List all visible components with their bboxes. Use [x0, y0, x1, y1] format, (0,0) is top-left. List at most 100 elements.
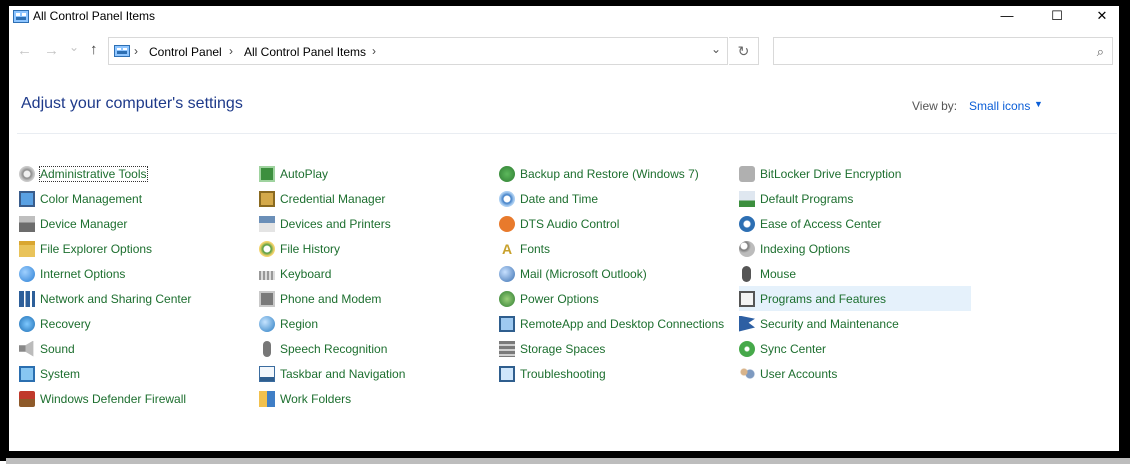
breadcrumb-chevron-icon[interactable]: › [372, 44, 376, 58]
programs-icon [739, 290, 755, 307]
control-panel-item-label: User Accounts [760, 366, 838, 381]
search-box[interactable]: ⌕ [773, 37, 1113, 65]
control-panel-item[interactable]: File History [259, 236, 499, 261]
control-panel-item-label: Indexing Options [760, 241, 851, 256]
control-panel-item-label: Mouse [760, 266, 797, 281]
speaker-icon [19, 340, 34, 357]
backup-icon [499, 165, 515, 182]
mouse-icon [742, 265, 751, 282]
control-panel-item[interactable]: Backup and Restore (Windows 7) [499, 161, 739, 186]
breadcrumb-chevron-icon[interactable]: › [134, 44, 138, 58]
control-panel-item[interactable]: Date and Time [499, 186, 739, 211]
control-panel-icon [13, 10, 29, 23]
control-panel-item[interactable]: Windows Defender Firewall [19, 386, 259, 411]
control-panel-item[interactable]: Taskbar and Navigation [259, 361, 499, 386]
control-panel-item-label: Internet Options [40, 266, 126, 281]
control-panel-item[interactable]: User Accounts [739, 361, 979, 386]
sync-icon [739, 340, 755, 357]
remote-desktop-icon [499, 315, 515, 332]
close-button[interactable]: ✕ [1079, 6, 1125, 28]
autoplay-icon [259, 165, 275, 182]
control-panel-item[interactable]: Administrative Tools [19, 161, 259, 186]
control-panel-item[interactable]: DTS Audio Control [499, 211, 739, 236]
control-panel-item-label: Device Manager [40, 216, 128, 231]
color-management-icon [19, 190, 35, 207]
items-column-4: BitLocker Drive Encryption Default Progra… [739, 161, 979, 386]
control-panel-item-label: Mail (Microsoft Outlook) [520, 266, 647, 281]
control-panel-item[interactable]: Network and Sharing Center [19, 286, 259, 311]
breadcrumb-all-items[interactable]: All Control Panel Items [244, 45, 366, 59]
flag-icon [739, 315, 755, 332]
breadcrumb-chevron-icon[interactable]: › [229, 44, 233, 58]
dts-audio-icon [499, 215, 515, 232]
refresh-button[interactable]: ↻ [729, 37, 759, 65]
control-panel-item[interactable]: BitLocker Drive Encryption [739, 161, 979, 186]
title-bar: All Control Panel Items — ☐ ✕ [9, 6, 1119, 28]
control-panel-item-label: Security and Maintenance [760, 316, 899, 331]
control-panel-item-label: Phone and Modem [280, 291, 382, 306]
frame-border-left [0, 0, 9, 458]
screenshot-frame: All Control Panel Items — ☐ ✕ ← → ⌄ ↑ › … [0, 0, 1130, 464]
control-panel-item-label: Devices and Printers [280, 216, 391, 231]
items-column-2: AutoPlay Credential Manager Devices and Pr… [259, 161, 499, 411]
control-panel-item-label: Date and Time [520, 191, 599, 206]
control-panel-item-label: DTS Audio Control [520, 216, 620, 231]
frame-border-right [1119, 0, 1130, 460]
control-panel-item[interactable]: Keyboard [259, 261, 499, 286]
control-panel-item-label: Default Programs [760, 191, 854, 206]
control-panel-item[interactable]: Credential Manager [259, 186, 499, 211]
control-panel-item[interactable]: Programs and Features [739, 286, 971, 311]
address-dropdown-icon[interactable]: ⌄ [711, 42, 721, 56]
header-divider [17, 133, 1117, 134]
control-panel-item[interactable]: RemoteApp and Desktop Connections [499, 311, 739, 336]
control-panel-item[interactable]: Color Management [19, 186, 259, 211]
search-icon[interactable]: ⌕ [1097, 44, 1104, 60]
control-panel-item[interactable]: Sync Center [739, 336, 979, 361]
control-panel-item[interactable]: Recovery [19, 311, 259, 336]
control-panel-item[interactable]: Mail (Microsoft Outlook) [499, 261, 739, 286]
address-bar[interactable]: › Control Panel › All Control Panel Item… [108, 37, 728, 65]
control-panel-item[interactable]: File Explorer Options [19, 236, 259, 261]
control-panel-item[interactable]: Mouse [739, 261, 979, 286]
forward-arrow-icon[interactable]: → [44, 42, 59, 59]
control-panel-item[interactable]: AutoPlay [259, 161, 499, 186]
control-panel-item[interactable]: Troubleshooting [499, 361, 739, 386]
back-arrow-icon[interactable]: ← [17, 42, 32, 59]
recent-locations-icon[interactable]: ⌄ [69, 40, 79, 54]
page-heading: Adjust your computer's settings [21, 95, 243, 112]
credential-icon [259, 190, 275, 207]
up-arrow-icon[interactable]: ↑ [90, 41, 98, 58]
control-panel-item[interactable]: Device Manager [19, 211, 259, 236]
control-panel-item[interactable]: A Fonts [499, 236, 739, 261]
control-panel-items-grid: Administrative Tools Color Management Devi… [19, 161, 1119, 421]
control-panel-item[interactable]: Devices and Printers [259, 211, 499, 236]
control-panel-item-label: Sound [40, 341, 75, 356]
breadcrumb-control-panel[interactable]: Control Panel [149, 45, 222, 59]
minimize-button[interactable]: — [984, 6, 1030, 28]
bitlocker-icon [739, 165, 755, 182]
fonts-icon: A [501, 240, 513, 257]
maximize-button[interactable]: ☐ [1034, 6, 1080, 28]
control-panel-item[interactable]: Region [259, 311, 499, 336]
control-panel-item[interactable]: System [19, 361, 259, 386]
control-panel-item[interactable]: Security and Maintenance [739, 311, 979, 336]
control-panel-item-label: Speech Recognition [280, 341, 388, 356]
control-panel-item[interactable]: Ease of Access Center [739, 211, 979, 236]
microphone-icon [263, 340, 271, 357]
internet-options-icon [19, 265, 35, 282]
control-panel-item[interactable]: Internet Options [19, 261, 259, 286]
control-panel-item[interactable]: Indexing Options [739, 236, 979, 261]
control-panel-item[interactable]: Speech Recognition [259, 336, 499, 361]
control-panel-item[interactable]: Default Programs [739, 186, 979, 211]
admin-tools-icon [19, 165, 35, 182]
recovery-icon [19, 315, 35, 332]
view-by-dropdown[interactable]: Small icons [969, 99, 1030, 113]
control-panel-item-label: Keyboard [280, 266, 332, 281]
control-panel-item[interactable]: Phone and Modem [259, 286, 499, 311]
control-panel-item[interactable]: Power Options [499, 286, 739, 311]
view-by-caret-icon[interactable]: ▼ [1034, 99, 1043, 109]
control-panel-item[interactable]: Storage Spaces [499, 336, 739, 361]
control-panel-item[interactable]: Work Folders [259, 386, 499, 411]
troubleshooting-icon [499, 365, 515, 382]
control-panel-item[interactable]: Sound [19, 336, 259, 361]
